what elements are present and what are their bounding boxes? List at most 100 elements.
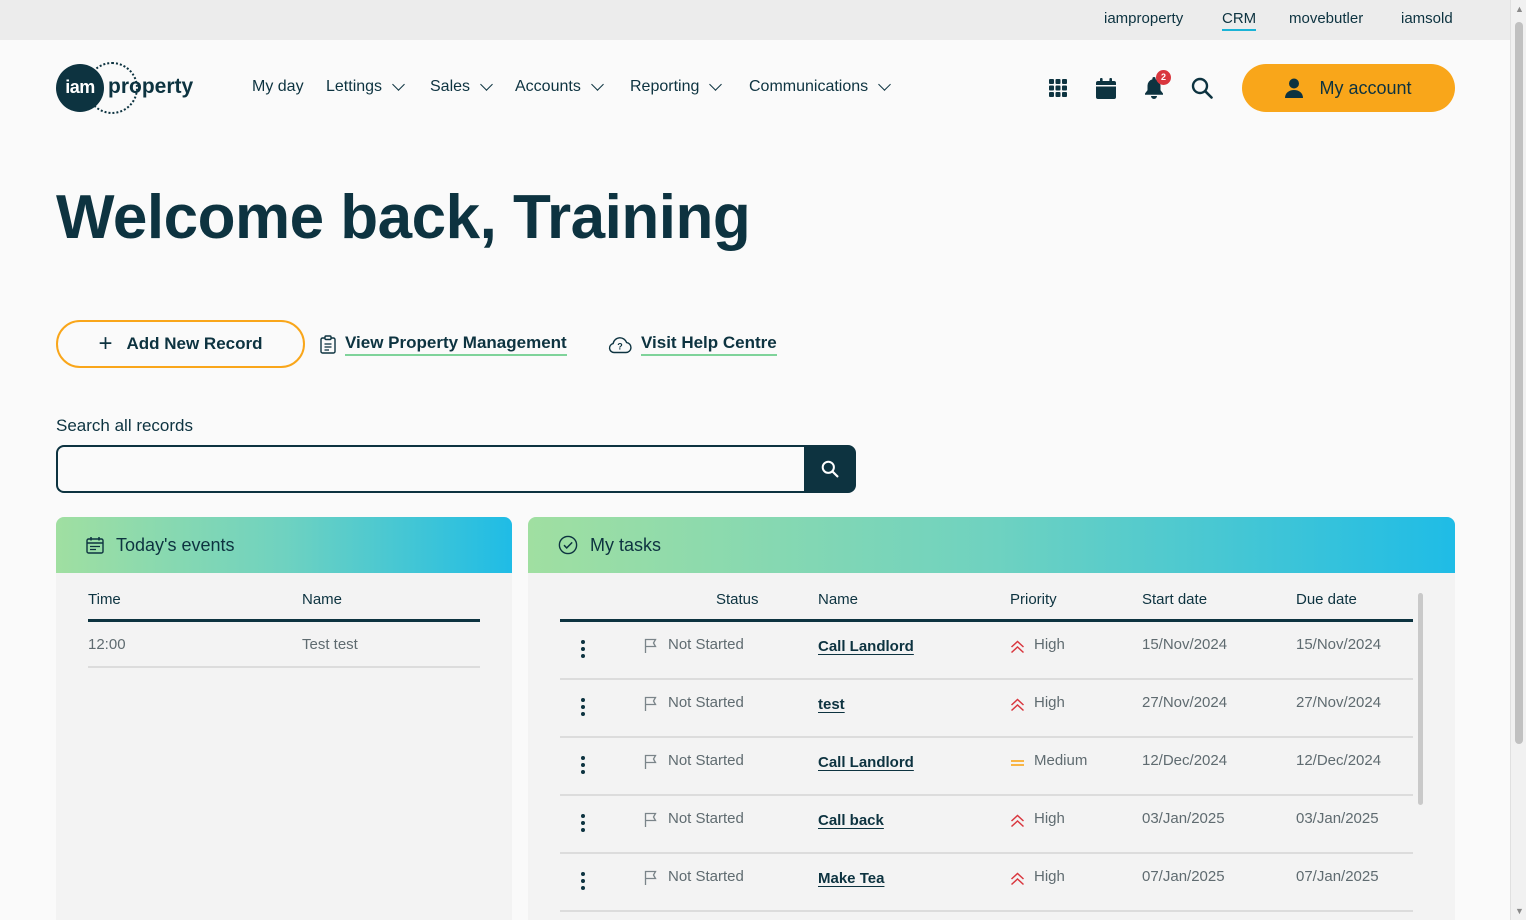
calendar-icon xyxy=(86,537,104,554)
nav-sales-label: Sales xyxy=(430,78,471,95)
task-due-date: 12/Dec/2024 xyxy=(1296,752,1382,769)
flag-icon xyxy=(644,696,657,711)
task-row: Not Started Make Tea High 07/Jan/2025 07… xyxy=(560,854,1413,912)
task-start-date: 07/Jan/2025 xyxy=(1142,868,1225,885)
tasks-col-status: Status xyxy=(716,591,759,608)
task-status: Not Started xyxy=(668,810,744,827)
task-options-kebab-icon[interactable] xyxy=(580,756,586,774)
events-col-time: Time xyxy=(88,591,121,608)
task-status: Not Started xyxy=(668,868,744,885)
task-start-date: 15/Nov/2024 xyxy=(1142,636,1228,653)
flag-icon xyxy=(644,754,657,769)
flag-icon xyxy=(644,812,657,827)
my-account-button[interactable]: My account xyxy=(1242,64,1455,112)
task-row: Not Started Call Landlord High 15/Nov/20… xyxy=(560,622,1413,680)
task-priority: High xyxy=(1034,636,1065,653)
task-due-date: 07/Jan/2025 xyxy=(1296,868,1379,885)
nav-reporting[interactable]: Reporting xyxy=(630,78,723,96)
task-row: Not Started Call Landlord Medium 12/Dec/… xyxy=(560,738,1413,796)
chevron-down-icon xyxy=(878,78,892,91)
tasks-col-start-date: Start date xyxy=(1142,591,1208,608)
priority-medium-icon xyxy=(1011,760,1024,766)
user-icon xyxy=(1285,78,1304,98)
task-options-kebab-icon[interactable] xyxy=(580,814,586,832)
search-icon xyxy=(821,460,839,478)
chevron-down-icon xyxy=(392,78,405,91)
utility-link-crm[interactable]: CRM xyxy=(1222,10,1257,31)
task-options-kebab-icon[interactable] xyxy=(580,872,586,890)
page-scrollbar[interactable]: ▲ ▼ xyxy=(1510,0,1526,920)
todays-events-title: Today's events xyxy=(116,534,235,555)
utility-link-movebutler[interactable]: movebutler xyxy=(1289,10,1363,27)
chevron-down-icon xyxy=(480,78,493,91)
nav-communications-label: Communications xyxy=(749,78,869,95)
events-header-rule xyxy=(88,619,480,622)
task-due-date: 03/Jan/2025 xyxy=(1296,810,1379,827)
welcome-heading: Welcome back, Training xyxy=(56,183,751,252)
task-name-link[interactable]: Call back xyxy=(818,812,884,829)
scroll-down-arrow-icon[interactable]: ▼ xyxy=(1515,906,1524,916)
task-start-date: 03/Jan/2025 xyxy=(1142,810,1225,827)
events-row-divider xyxy=(88,666,480,668)
search-submit-button[interactable] xyxy=(804,445,856,493)
task-start-date: 27/Nov/2024 xyxy=(1142,694,1228,711)
my-tasks-title: My tasks xyxy=(590,534,662,555)
nav-my-day[interactable]: My day xyxy=(252,78,304,96)
nav-communications[interactable]: Communications xyxy=(749,78,892,96)
search-records-input[interactable] xyxy=(56,445,806,493)
tasks-col-name: Name xyxy=(818,591,859,608)
nav-sales[interactable]: Sales xyxy=(430,78,493,96)
my-tasks-panel: My tasks Status Name Priority Start date… xyxy=(528,517,1455,920)
task-name-link[interactable]: Call Landlord xyxy=(818,754,914,771)
nav-accounts[interactable]: Accounts xyxy=(515,78,604,96)
priority-high-icon xyxy=(1010,698,1025,712)
utility-bar: iamproperty CRM movebutler iamsold xyxy=(0,0,1510,40)
task-name-link[interactable]: test xyxy=(818,696,845,713)
add-new-record-label: Add New Record xyxy=(126,334,263,353)
utility-link-iamproperty[interactable]: iamproperty xyxy=(1104,10,1183,27)
todays-events-panel: Today's events Time Name 12:00 Test test xyxy=(56,517,512,920)
notification-count-badge: 2 xyxy=(1156,70,1171,85)
task-name-link[interactable]: Call Landlord xyxy=(818,638,914,655)
nav-lettings[interactable]: Lettings xyxy=(326,78,405,96)
utility-link-iamsold[interactable]: iamsold xyxy=(1401,10,1453,27)
event-time: 12:00 xyxy=(88,636,126,653)
logo-wordmark: property xyxy=(108,75,194,98)
add-new-record-button[interactable]: + Add New Record xyxy=(56,320,305,368)
chevron-down-icon xyxy=(709,78,723,91)
check-circle-icon xyxy=(558,535,578,555)
task-due-date: 27/Nov/2024 xyxy=(1296,694,1382,711)
view-property-management-label: View Property Management xyxy=(345,333,567,356)
visit-help-centre-link[interactable]: ? Visit Help Centre xyxy=(608,333,777,356)
task-options-kebab-icon[interactable] xyxy=(580,698,586,716)
event-name: Test test xyxy=(302,636,358,653)
view-property-management-link[interactable]: View Property Management xyxy=(320,333,567,356)
calendar-icon[interactable] xyxy=(1093,75,1119,101)
task-name-link[interactable]: Make Tea xyxy=(818,870,884,887)
task-priority: High xyxy=(1034,868,1065,885)
task-status: Not Started xyxy=(668,694,744,711)
task-due-date: 15/Nov/2024 xyxy=(1296,636,1382,653)
plus-icon: + xyxy=(98,330,113,357)
task-priority: Medium xyxy=(1034,752,1088,769)
task-priority: High xyxy=(1034,810,1065,827)
logo-mark: iam xyxy=(56,64,104,112)
priority-high-icon xyxy=(1010,872,1025,886)
scrollbar-thumb[interactable] xyxy=(1515,22,1523,744)
nav-lettings-label: Lettings xyxy=(326,78,383,95)
scroll-up-arrow-icon[interactable]: ▲ xyxy=(1515,4,1524,14)
flag-icon xyxy=(644,870,657,885)
search-records-label: Search all records xyxy=(56,416,194,435)
notifications-bell-icon[interactable]: 2 xyxy=(1141,70,1171,101)
search-icon[interactable] xyxy=(1189,75,1215,101)
task-status: Not Started xyxy=(668,636,744,653)
nav-my-day-label: My day xyxy=(252,78,304,95)
nav-accounts-label: Accounts xyxy=(515,78,581,95)
task-status: Not Started xyxy=(668,752,744,769)
help-cloud-icon: ? xyxy=(608,336,632,353)
apps-grid-icon[interactable] xyxy=(1045,75,1071,101)
iamproperty-logo[interactable]: iam property xyxy=(56,62,201,114)
my-account-label: My account xyxy=(1319,77,1412,98)
tasks-scrollbar-thumb[interactable] xyxy=(1418,593,1423,805)
task-options-kebab-icon[interactable] xyxy=(580,640,586,658)
